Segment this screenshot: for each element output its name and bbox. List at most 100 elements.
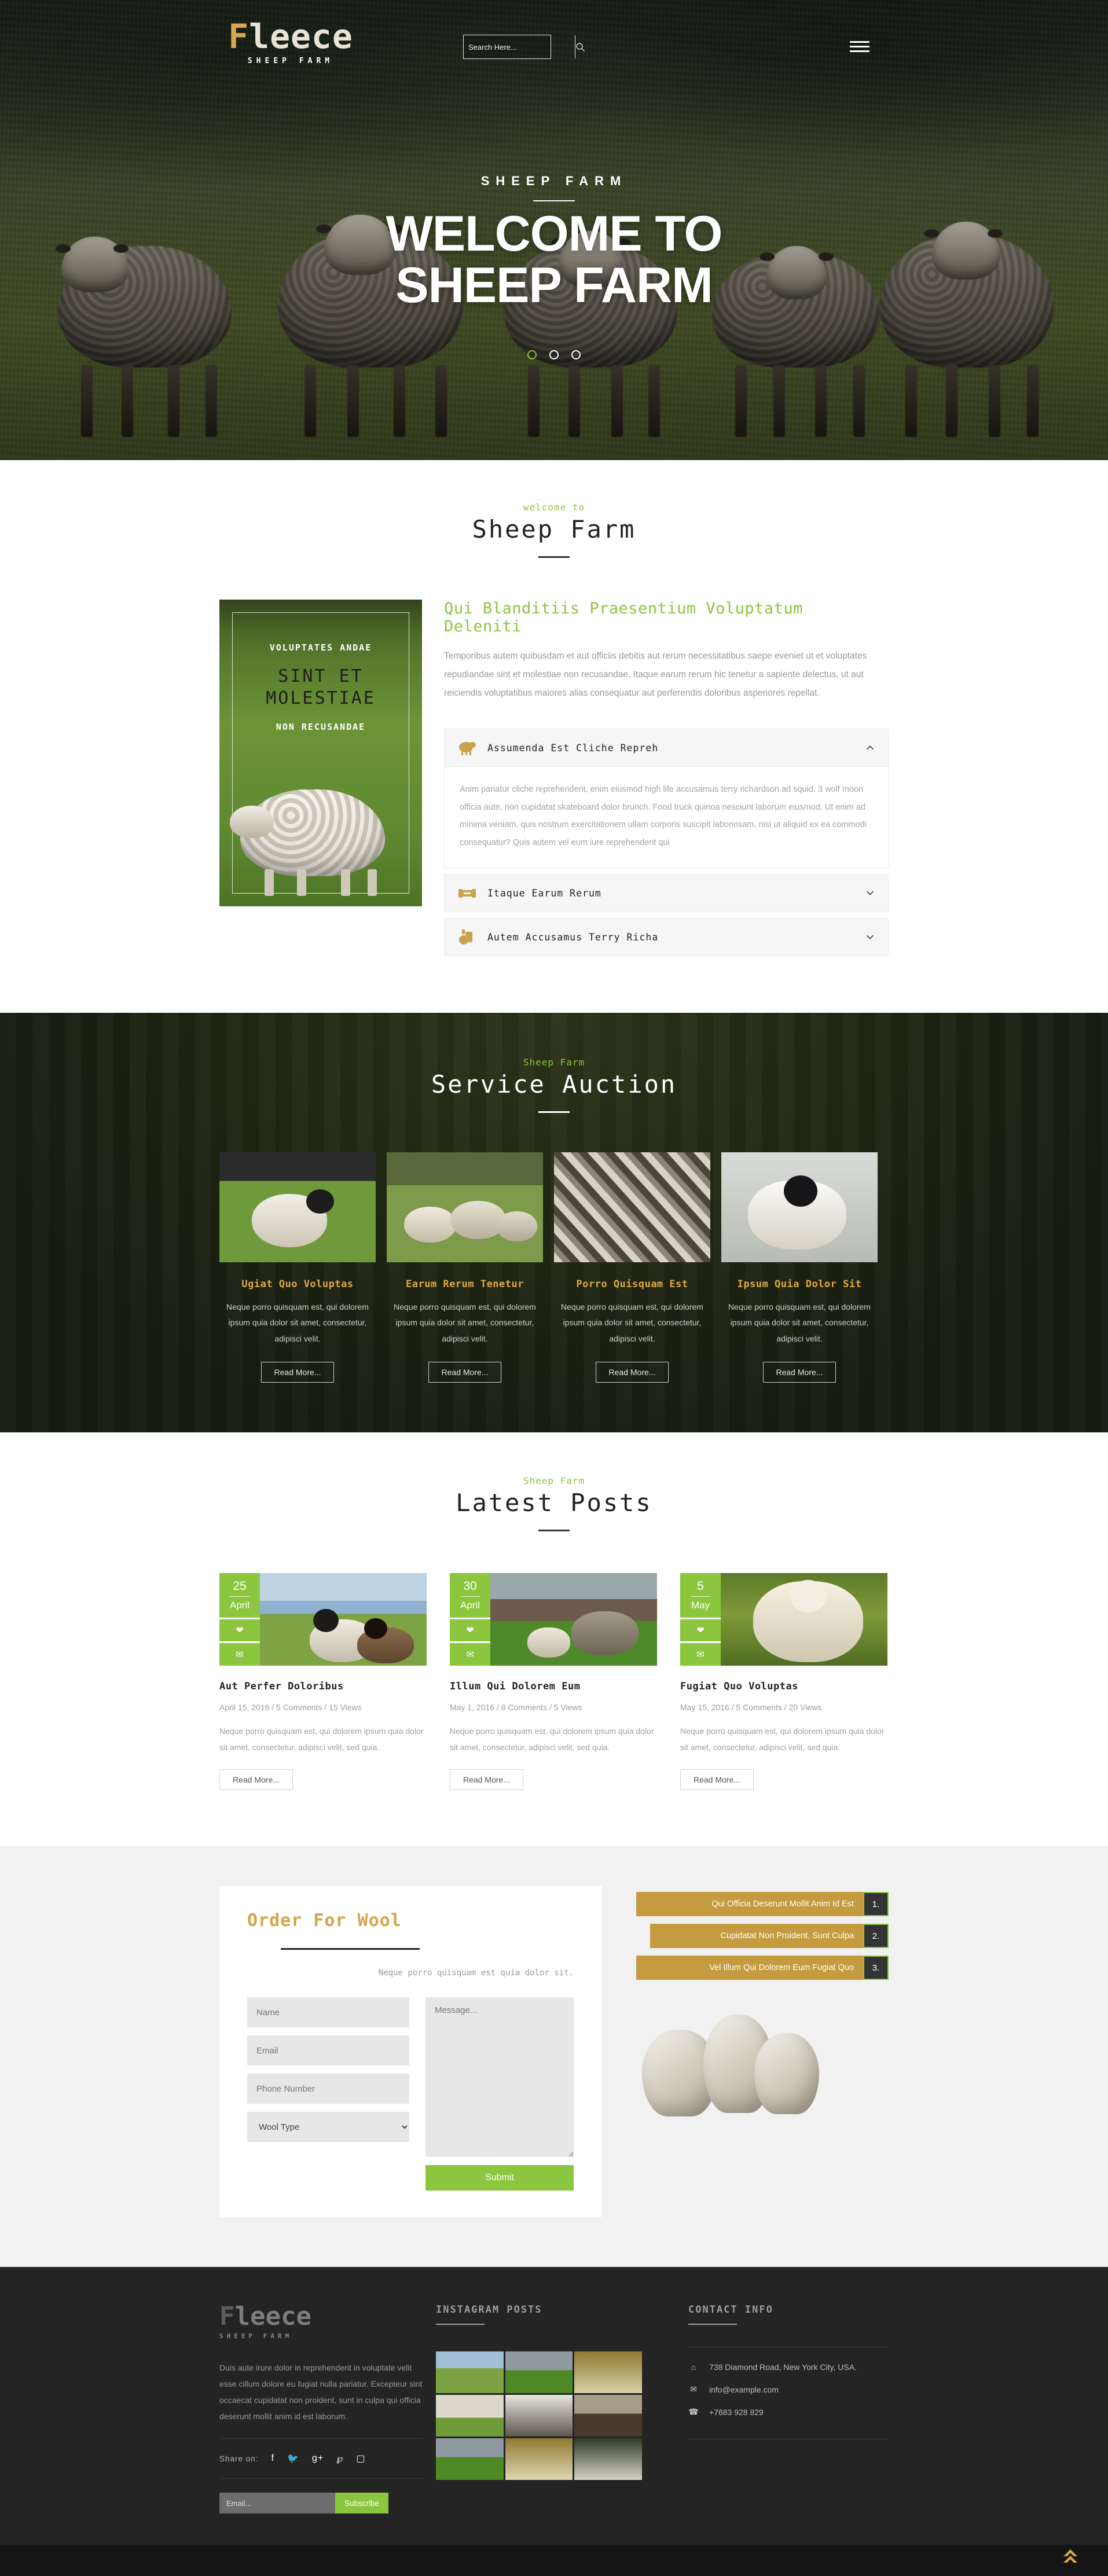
instagram-thumb[interactable]: [505, 2395, 573, 2437]
instagram-thumb[interactable]: [574, 2438, 642, 2481]
auction-read-more-button[interactable]: Read More...: [261, 1361, 335, 1383]
envelope-icon: ✉: [236, 1649, 244, 1660]
phone-input[interactable]: [247, 2074, 409, 2104]
accordion-item-2: Itaque Earum Rerum: [444, 874, 889, 913]
hero-slider-dots[interactable]: [0, 350, 1108, 359]
message-textarea[interactable]: [425, 1997, 574, 2158]
contact-email-text: info@example.com: [709, 2384, 779, 2394]
post-title[interactable]: Fugiat Quo Voluptas: [680, 1681, 887, 1692]
instagram-thumb[interactable]: [436, 2438, 504, 2481]
contact-email-row[interactable]: ✉ info@example.com: [688, 2384, 889, 2394]
subscribe-email-input[interactable]: [219, 2493, 335, 2514]
accordion-header-1[interactable]: Assumenda Est Cliche Repreh: [444, 729, 889, 767]
envelope-icon: ✉: [696, 1649, 705, 1660]
search-input[interactable]: [464, 35, 575, 58]
share-label: Share on:: [219, 2454, 259, 2463]
accordion-title-3: Autem Accusamus Terry Richa: [487, 931, 659, 943]
post-title[interactable]: Illum Qui Dolorem Eum: [450, 1681, 657, 1692]
back-to-top-button[interactable]: [1063, 2548, 1078, 2568]
hero-slider-dot-3[interactable]: [571, 350, 581, 359]
email-input[interactable]: [247, 2035, 409, 2066]
order-pill-text: Qui Officia Deserunt Mollit Anim Id Est: [636, 1892, 863, 1917]
post-read-more-button[interactable]: Read More...: [680, 1769, 754, 1791]
order-pill[interactable]: Cupidatat Non Proident, Sunt Culpa 2.: [650, 1924, 889, 1949]
instagram-thumb[interactable]: [436, 2395, 504, 2437]
subscribe-form: Subscribe: [219, 2493, 389, 2514]
post-like-button[interactable]: ❤: [219, 1619, 260, 1642]
post-like-button[interactable]: ❤: [680, 1619, 721, 1642]
hamburger-menu-button[interactable]: [850, 38, 869, 55]
submit-button[interactable]: Submit: [425, 2165, 574, 2191]
post-image[interactable]: [721, 1572, 887, 1666]
auction-card-title: Earum Rerum Tenetur: [406, 1278, 524, 1291]
auction-card-text: Neque porro quisquam est, qui dolorem ip…: [561, 1302, 703, 1343]
chevron-down-icon: [867, 891, 874, 895]
search-button[interactable]: [575, 35, 585, 58]
search-box[interactable]: [463, 35, 585, 59]
auction-read-more-button[interactable]: Read More...: [428, 1361, 502, 1383]
order-pill-number: 1.: [863, 1892, 889, 1917]
footer-instagram-column: INSTAGRAM POSTS: [423, 2304, 655, 2513]
order-title-prefix: Order For: [247, 1910, 358, 1931]
footer-about-text: Duis aute irure dolor in reprehenderit i…: [219, 2363, 423, 2421]
post-day: 5: [697, 1579, 704, 1593]
post-share-button[interactable]: ✉: [680, 1643, 721, 1666]
hero-slider-dot-2[interactable]: [549, 350, 559, 359]
order-pill-number: 2.: [863, 1924, 889, 1949]
auction-card-image[interactable]: [721, 1152, 878, 1263]
instagram-thumb[interactable]: [436, 2351, 504, 2394]
post-like-button[interactable]: ❤: [450, 1619, 490, 1642]
post-read-more-button[interactable]: Read More...: [219, 1769, 293, 1791]
post-title[interactable]: Aut Perfer Doloribus: [219, 1681, 427, 1692]
pinterest-icon[interactable]: ℘: [336, 2453, 343, 2464]
auction-card-image[interactable]: [554, 1152, 710, 1263]
post-card: 25 April ❤ ✉ Aut Perfer Doloribus April …: [219, 1572, 427, 1791]
instagram-thumb[interactable]: [505, 2438, 573, 2481]
post-date-badge: 25 April: [219, 1572, 260, 1618]
subscribe-button[interactable]: Subscribe: [335, 2493, 389, 2514]
about-image-sheep-head: [230, 806, 274, 838]
post-read-more-button[interactable]: Read More...: [450, 1769, 523, 1791]
auction-card-image[interactable]: [387, 1152, 543, 1263]
post-image[interactable]: [490, 1572, 657, 1666]
auction-card-text: Neque porro quisquam est, qui dolorem ip…: [394, 1302, 536, 1343]
name-input[interactable]: [247, 1997, 409, 2028]
auction-card-image[interactable]: [219, 1152, 376, 1263]
auction-read-more-button[interactable]: Read More...: [762, 1361, 836, 1383]
hero-title-line-2: SHEEP FARM: [395, 258, 713, 314]
order-pill[interactable]: Vel Illum Qui Dolorem Eum Fugiat Quo 3.: [636, 1956, 889, 1980]
contact-address-text: 738 Diamond Road, New York City, USA.: [709, 2362, 857, 2372]
wool-type-select[interactable]: Wool Type: [247, 2112, 409, 2143]
post-share-button[interactable]: ✉: [450, 1643, 490, 1666]
about-image-caption-bottom: NON RECUSANDAE: [276, 722, 366, 732]
logo-rest: leece: [249, 17, 353, 56]
site-logo[interactable]: Fleece SHEEP FARM: [227, 20, 354, 65]
heart-icon: ❤: [696, 1626, 705, 1636]
about-image-caption-top: VOLUPTATES ANDAE: [269, 642, 372, 653]
double-chevron-up-icon: [1063, 2549, 1077, 2563]
facebook-icon[interactable]: f: [272, 2453, 274, 2464]
envelope-icon: ✉: [466, 1649, 474, 1660]
instagram-thumb[interactable]: [505, 2351, 573, 2394]
hero-slider-dot-1[interactable]: [527, 350, 537, 359]
auction-card: Ipsum Quia Dolor Sit Neque porro quisqua…: [721, 1152, 878, 1383]
post-image[interactable]: [260, 1572, 427, 1666]
instagram-icon[interactable]: ▢: [356, 2453, 365, 2464]
contact-address-row: ⌂ 738 Diamond Road, New York City, USA.: [688, 2362, 889, 2372]
footer-logo[interactable]: Fleece SHEEP FARM: [219, 2304, 423, 2340]
about-accordion: Assumenda Est Cliche Repreh Anim pariatu…: [444, 729, 889, 957]
instagram-thumb[interactable]: [574, 2395, 642, 2437]
posts-divider: [538, 1529, 570, 1531]
auction-read-more-button[interactable]: Read More...: [595, 1361, 669, 1383]
about-kicker: welcome to: [523, 502, 585, 513]
auction-card: Porro Quisquam Est Neque porro quisquam …: [554, 1152, 710, 1383]
order-pill[interactable]: Qui Officia Deserunt Mollit Anim Id Est …: [636, 1892, 889, 1917]
instagram-thumb[interactable]: [574, 2351, 642, 2394]
accordion-header-2[interactable]: Itaque Earum Rerum: [444, 874, 889, 913]
contact-phone-text: +7683 928 829: [709, 2407, 764, 2417]
post-share-button[interactable]: ✉: [219, 1643, 260, 1666]
twitter-icon[interactable]: 🐦: [287, 2453, 299, 2464]
google-plus-icon[interactable]: g+: [312, 2453, 324, 2464]
accordion-header-3[interactable]: Autem Accusamus Terry Richa: [444, 918, 889, 957]
contact-phone-row[interactable]: ☎ +7683 928 829: [688, 2407, 889, 2417]
